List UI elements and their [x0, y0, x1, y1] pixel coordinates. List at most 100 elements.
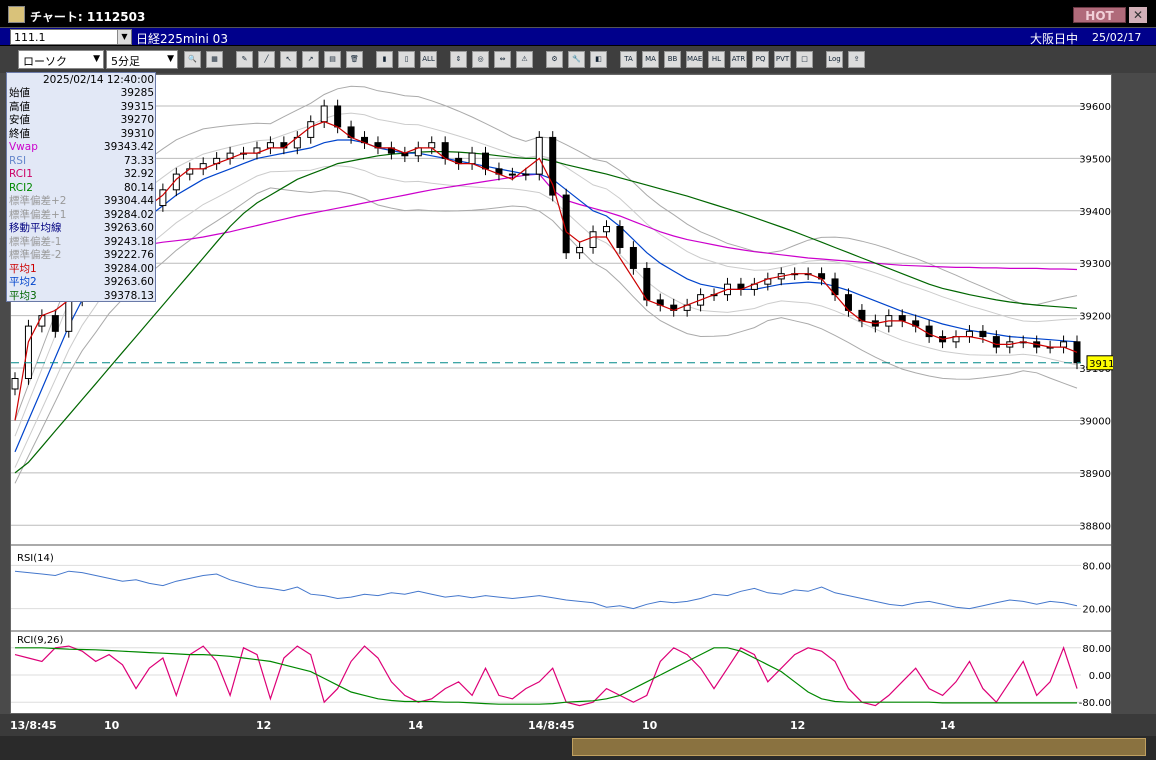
candle-icon[interactable]: ▮: [376, 51, 393, 68]
info-value: 73.33: [123, 154, 154, 167]
candle-body: [266, 142, 274, 149]
log-icon[interactable]: Log: [826, 51, 843, 68]
candle-body: [602, 226, 610, 233]
info-value: 39315: [120, 100, 154, 113]
chart-area[interactable]: 3960039500394003930039200391003900038900…: [10, 74, 1124, 715]
info-row: 移動平均線 39263.60: [9, 222, 154, 235]
info-value: 39263.60: [103, 222, 154, 234]
ind-mae-icon[interactable]: MAE: [686, 51, 703, 68]
range-icon[interactable]: ⇔: [494, 51, 511, 68]
ind-box-icon[interactable]: □: [796, 51, 813, 68]
candle2-icon[interactable]: ▯: [398, 51, 415, 68]
chart-svg[interactable]: 3960039500394003930039200391003900038900…: [11, 75, 1124, 715]
info-row: 標準偏差+2 39304.44: [9, 195, 154, 208]
info-value: 39304.44: [103, 195, 154, 207]
ind-ma-icon[interactable]: MA: [642, 51, 659, 68]
price-tick-label: 39300: [1079, 259, 1111, 270]
info-key: 平均1: [9, 262, 37, 275]
interval-select[interactable]: 5分足 ▼: [106, 50, 178, 69]
bollinger-upper1-line: [14, 112, 1078, 437]
ind-hl-icon[interactable]: HL: [708, 51, 725, 68]
time-label: 14: [408, 719, 424, 732]
bollinger-lower2-line: [14, 187, 1078, 484]
title-bar[interactable]: チャート: 1112503 HOT ✕: [0, 0, 1156, 28]
info-key: 始値: [9, 87, 30, 99]
instrument-code-select[interactable]: 111.1 ▼: [10, 29, 132, 45]
chevron-down-icon[interactable]: ▼: [117, 30, 131, 44]
info-row: 標準偏差-2 39222.76: [9, 249, 154, 262]
scroll-thumb[interactable]: [572, 738, 1146, 756]
trash-icon[interactable]: 🗑: [346, 51, 363, 68]
candle-body: [51, 315, 59, 332]
candle-body: [508, 173, 516, 176]
rsi-tick-label: 20.00: [1082, 605, 1111, 616]
info-key: 標準偏差+2: [9, 195, 67, 207]
app-chart-icon: [8, 6, 25, 23]
info-row: 始値 39285: [9, 87, 154, 100]
info-key: 終値: [9, 127, 30, 140]
ind-pvt-icon[interactable]: PVT: [774, 51, 791, 68]
time-label: 14: [940, 719, 956, 732]
interval-value: 5分足: [111, 55, 140, 68]
note-icon[interactable]: ▤: [324, 51, 341, 68]
info-key: RCI2: [9, 181, 33, 194]
all-icon[interactable]: ALL: [420, 51, 437, 68]
time-label: 10: [642, 719, 658, 732]
wrench-icon[interactable]: 🔧: [568, 51, 585, 68]
rsi-line: [14, 570, 1078, 610]
info-value: 39263.60: [103, 276, 154, 288]
price-tick-label: 39000: [1079, 416, 1111, 427]
current-price-label: 39110: [1089, 359, 1113, 370]
info-value: 39270: [120, 114, 154, 126]
fit-icon[interactable]: ⇕: [450, 51, 467, 68]
price-tick-label: 39500: [1079, 154, 1111, 165]
toolbar: ローソク ▼ 5分足 ▼ 🔍 ▦ ✎ ╱ ↖ ↗ ▤ 🗑 ▮ ▯ ALL ⇕ ◎ ⇔ ⚠ ⚙ 🔧 ◧ TA MA BB M…: [0, 46, 1156, 73]
price-tick-label: 38900: [1079, 469, 1111, 480]
arrow-tool-icon[interactable]: ↗: [302, 51, 319, 68]
target-icon[interactable]: ◎: [472, 51, 489, 68]
ind-pq-icon[interactable]: PQ: [752, 51, 769, 68]
info-key: 安値: [9, 114, 30, 126]
ind-ta-icon[interactable]: TA: [620, 51, 637, 68]
candle-body: [965, 330, 973, 338]
horizontal-scrollbar[interactable]: [0, 736, 1156, 760]
info-key: 移動平均線: [9, 222, 62, 234]
info-key: 平均3: [9, 289, 37, 302]
info-row: 安値 39270: [9, 114, 154, 127]
candle-body: [535, 136, 543, 175]
instrument-code: 111.1: [14, 31, 46, 44]
settings-icon[interactable]: ⚙: [546, 51, 563, 68]
info-row: RCI2 80.14: [9, 182, 154, 195]
time-axis: 13/8:45 10 12 14 14/8:45 10 12 14: [0, 714, 1156, 736]
ind-atr-icon[interactable]: ATR: [730, 51, 747, 68]
info-row: RCI1 32.92: [9, 168, 154, 181]
time-label: 10: [104, 719, 120, 732]
zoom-icon[interactable]: 🔍: [184, 51, 201, 68]
cursor-icon[interactable]: ↖: [280, 51, 297, 68]
info-value: 32.92: [123, 168, 154, 180]
info-row: 終値 39310: [9, 128, 154, 141]
warning-icon[interactable]: ⚠: [516, 51, 533, 68]
info-value: 39243.18: [103, 235, 154, 248]
ind-bb-icon[interactable]: BB: [664, 51, 681, 68]
chevron-down-icon: ▼: [93, 54, 100, 64]
line-tool-icon[interactable]: ╱: [258, 51, 275, 68]
info-key: 平均2: [9, 276, 37, 288]
close-icon[interactable]: ✕: [1129, 7, 1147, 23]
pen-icon[interactable]: ✎: [236, 51, 253, 68]
candle-body: [1073, 341, 1081, 364]
chart-type-select[interactable]: ローソク ▼: [18, 50, 104, 69]
info-key: RCI1: [9, 168, 33, 180]
candle-body: [616, 226, 624, 248]
price-tick-label: 39400: [1079, 207, 1111, 218]
info-datetime: 2025/02/14 12:40:00: [42, 74, 154, 86]
hot-button[interactable]: HOT: [1073, 7, 1126, 23]
rsi-tick-label: 80.00: [1082, 561, 1111, 572]
table-icon[interactable]: ▦: [206, 51, 223, 68]
export-icon[interactable]: ⇪: [848, 51, 865, 68]
time-label: 14/8:45: [528, 719, 575, 732]
instrument-name: 日経225mini 03: [136, 32, 228, 46]
chevron-down-icon: ▼: [167, 54, 174, 64]
rci1-line: [14, 645, 1078, 707]
palette-icon[interactable]: ◧: [590, 51, 607, 68]
